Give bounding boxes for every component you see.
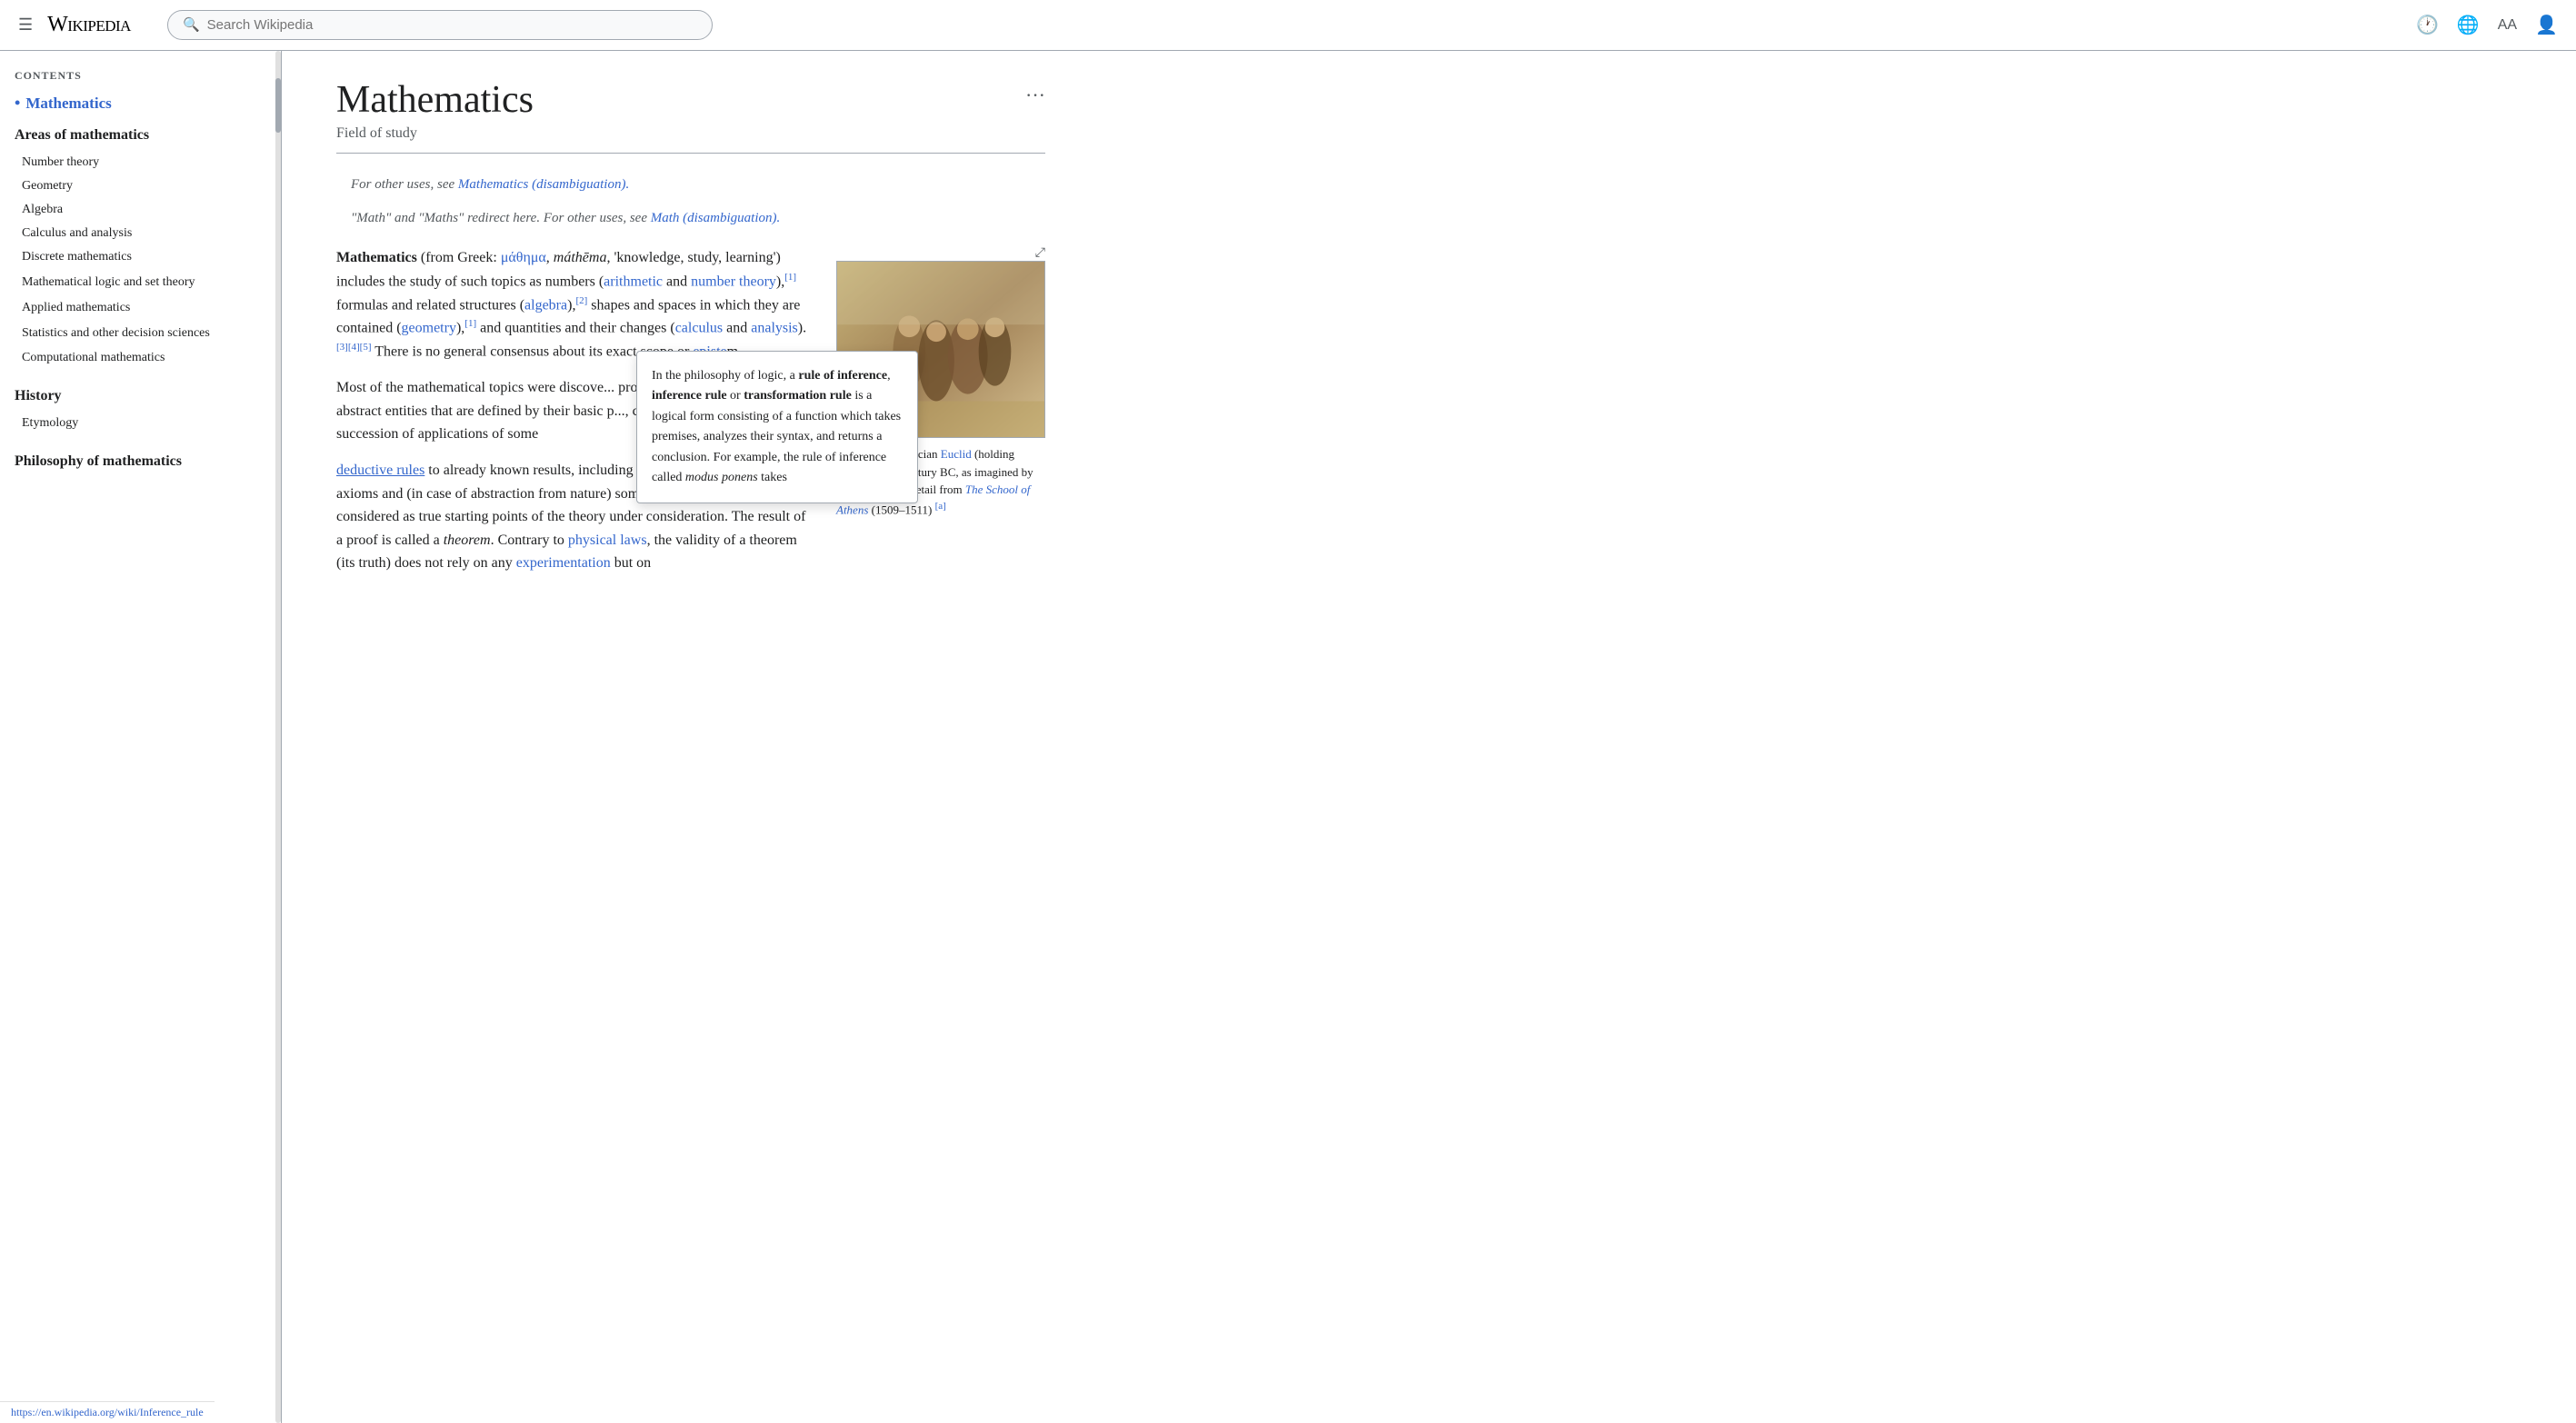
article-divider <box>336 153 1045 154</box>
ref-2[interactable]: [2] <box>575 295 587 306</box>
ref-345[interactable]: [3][4][5] <box>336 342 371 353</box>
status-bar: https://en.wikipedia.org/wiki/Inference_… <box>0 1401 215 1423</box>
ref-1b[interactable]: [1] <box>464 318 476 329</box>
language-icon[interactable]: 🌐 <box>2457 14 2480 36</box>
article-title: Mathematics <box>336 78 1045 122</box>
link-experimentation[interactable]: experimentation <box>516 555 611 571</box>
tooltip-popup: In the philosophy of logic, a rule of in… <box>636 351 918 503</box>
header-left: ☰ Wikipedia <box>18 13 131 37</box>
link-analysis[interactable]: analysis <box>751 321 798 336</box>
hatnote-1-link[interactable]: Mathematics (disambiguation). <box>458 177 629 192</box>
page-header: ☰ Wikipedia 🔍 🕐 🌐 AA 👤 <box>0 0 2576 51</box>
link-algebra[interactable]: algebra <box>524 297 567 313</box>
italic-theorem: theorem <box>444 532 491 548</box>
bold-inference-rule: inference rule <box>652 389 727 403</box>
logo-text: Wikipedia <box>47 13 131 36</box>
sidebar-section-philosophy-title: Philosophy of mathematics <box>15 453 266 470</box>
text-size-icon[interactable]: AA <box>2498 17 2517 34</box>
link-deductive-rules[interactable]: deductive rules <box>336 463 424 478</box>
hatnote-2-text: "Math" and "Maths" redirect here. For ot… <box>351 211 651 225</box>
status-url: https://en.wikipedia.org/wiki/Inference_… <box>11 1406 204 1418</box>
ref-a[interactable]: [a] <box>935 501 946 512</box>
hatnote-2: "Math" and "Maths" redirect here. For ot… <box>336 205 1045 232</box>
bold-rule-of-inference: rule of inference <box>798 369 887 383</box>
sidebar-section-areas: Areas of mathematics <box>15 127 266 144</box>
more-menu-button[interactable]: ··· <box>1025 84 1045 107</box>
bold-mathematics: Mathematics <box>336 250 417 265</box>
sidebar-section-history: History Etymology <box>15 388 266 435</box>
intro-paragraph: Mathematics (from Greek: μάθημα, máthēma… <box>336 246 809 363</box>
bold-transformation-rule: transformation rule <box>744 389 852 403</box>
header-right: 🕐 🌐 AA 👤 <box>2416 14 2558 36</box>
ref-1[interactable]: [1] <box>784 272 796 283</box>
search-input[interactable] <box>207 17 697 33</box>
article-subtitle: Field of study <box>336 125 1045 142</box>
search-bar[interactable]: 🔍 <box>167 10 713 40</box>
account-icon[interactable]: 👤 <box>2535 14 2558 36</box>
sidebar-item-discrete[interactable]: Discrete mathematics <box>15 245 266 269</box>
sidebar-item-number-theory[interactable]: Number theory <box>15 151 266 174</box>
history-icon[interactable]: 🕐 <box>2416 14 2439 36</box>
expand-icon[interactable]: ⤢ <box>1035 246 1045 261</box>
hatnote-2-link[interactable]: Math (disambiguation). <box>651 211 781 225</box>
link-calculus[interactable]: calculus <box>675 321 723 336</box>
link-number-theory[interactable]: number theory <box>691 274 776 289</box>
link-geometry[interactable]: geometry <box>402 321 456 336</box>
scrollbar[interactable] <box>275 51 281 1423</box>
menu-icon[interactable]: ☰ <box>18 15 33 35</box>
sidebar-item-etymology[interactable]: Etymology <box>15 412 266 435</box>
link-euclid[interactable]: Euclid <box>941 447 972 461</box>
italic-modus-ponens: modus ponens <box>685 471 758 484</box>
link-physical-laws[interactable]: physical laws <box>568 532 647 548</box>
contents-label: CONTENTS <box>15 69 266 83</box>
search-icon: 🔍 <box>183 16 200 34</box>
sidebar-item-calculus[interactable]: Calculus and analysis <box>15 222 266 245</box>
site-logo[interactable]: Wikipedia <box>47 13 131 37</box>
sidebar-section-philosophy: Philosophy of mathematics <box>15 453 266 470</box>
sidebar-item-geometry[interactable]: Geometry <box>15 174 266 198</box>
sidebar-item-applied[interactable]: Applied mathematics <box>15 296 266 320</box>
sidebar-section-history-title: History <box>15 388 266 404</box>
sidebar: CONTENTS Mathematics Areas of mathematic… <box>0 51 282 1423</box>
sidebar-item-mathematics[interactable]: Mathematics <box>15 94 266 113</box>
sidebar-item-statistics[interactable]: Statistics and other decision sciences <box>15 320 266 347</box>
link-arithmetic[interactable]: arithmetic <box>604 274 663 289</box>
sidebar-item-algebra[interactable]: Algebra <box>15 198 266 222</box>
main-content: Mathematics Field of study ··· For other… <box>282 51 1100 1423</box>
tooltip-text: In the philosophy of logic, a rule of in… <box>652 366 903 488</box>
link-mathema[interactable]: μάθημα <box>501 250 546 265</box>
page-layout: CONTENTS Mathematics Areas of mathematic… <box>0 51 2576 1423</box>
hatnote-1-text: For other uses, see <box>351 177 458 192</box>
sidebar-item-computational[interactable]: Computational mathematics <box>15 346 266 370</box>
sidebar-item-logic[interactable]: Mathematical logic and set theory <box>15 269 266 296</box>
hatnote-1: For other uses, see Mathematics (disambi… <box>336 172 1045 198</box>
italic-mathema: máthēma <box>554 250 607 265</box>
